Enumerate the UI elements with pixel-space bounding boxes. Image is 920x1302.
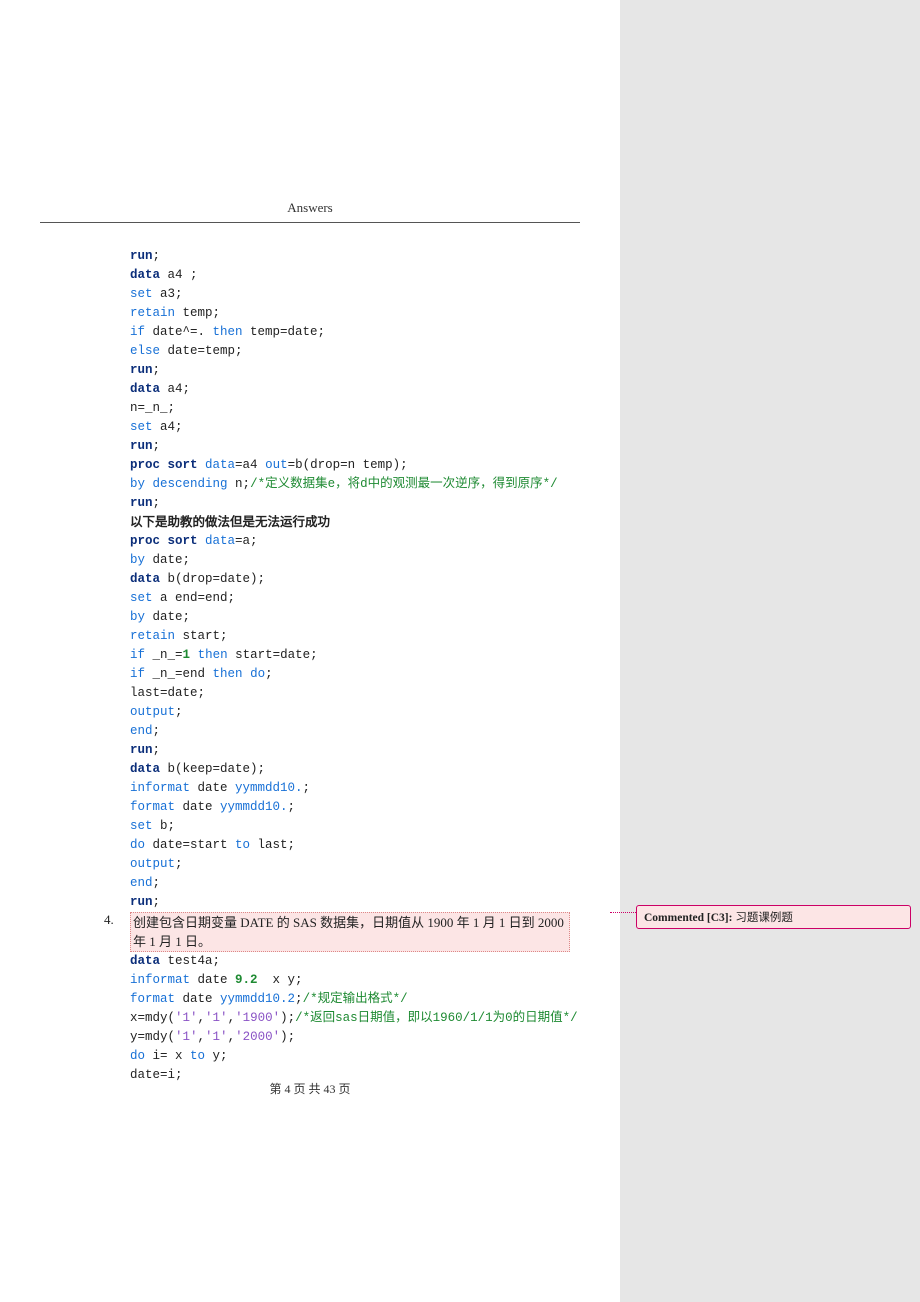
comment-text: 习题课例题 (735, 912, 793, 924)
code-block-2: proc sort data=a; by date; data b(drop=d… (130, 532, 570, 912)
note-line: 以下是助教的做法但是无法运行成功 (130, 513, 570, 532)
content-area: run; data a4 ; set a3; retain temp; if d… (40, 247, 580, 1085)
comment-pane: Commented [C3]: 习题课例题 (630, 0, 920, 1302)
header-rule (40, 222, 580, 223)
question-text-highlight: 创建包含日期变量 DATE 的 SAS 数据集，日期值从 1900 年 1 月 … (130, 912, 570, 952)
document-page: Answers run; data a4 ; set a3; retain te… (0, 0, 620, 1302)
comment-label: Commented [C3]: (644, 912, 732, 924)
question-4: 4. 创建包含日期变量 DATE 的 SAS 数据集，日期值从 1900 年 1… (104, 912, 570, 952)
code-block-3: data test4a; informat date 9.2 x y; form… (130, 952, 570, 1085)
code-block-1: run; data a4 ; set a3; retain temp; if d… (130, 247, 570, 513)
page-number-footer: 第 4 页 共 43 页 (0, 1080, 620, 1097)
page-title: Answers (40, 200, 580, 216)
question-number: 4. (104, 912, 114, 928)
comment-balloon[interactable]: Commented [C3]: 习题课例题 (636, 905, 911, 929)
